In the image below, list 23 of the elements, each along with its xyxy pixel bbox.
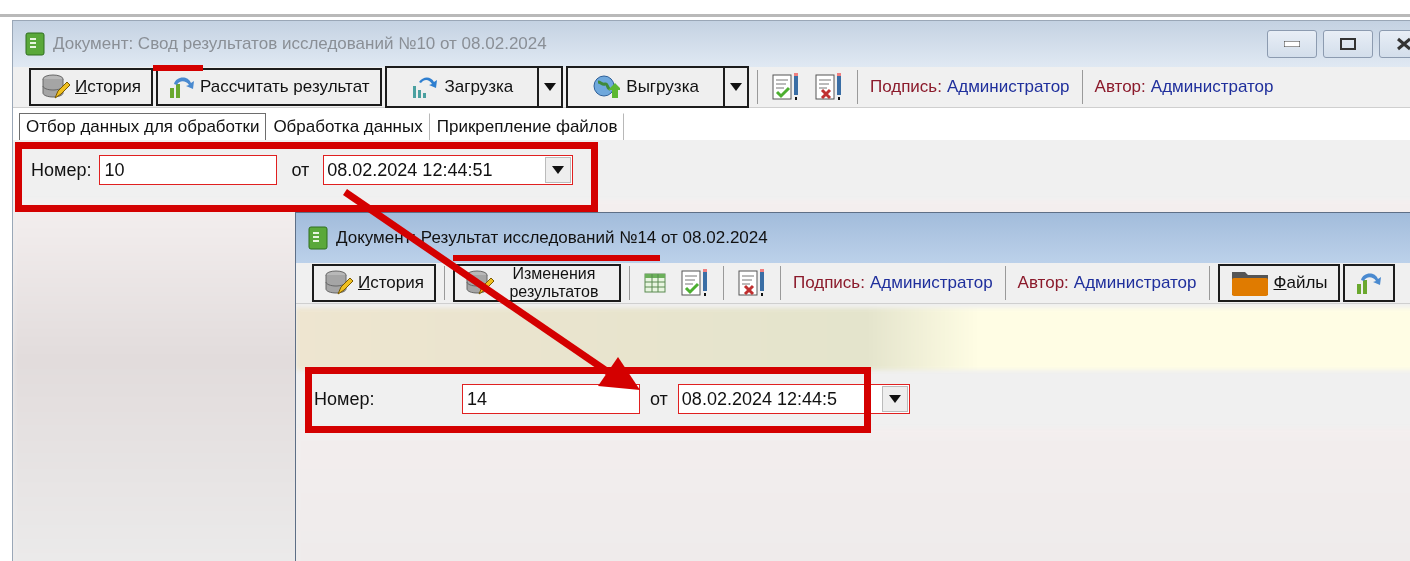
tab[interactable]: Отбор данных для обработки [19, 113, 267, 140]
toolbar-button[interactable]: История [312, 264, 436, 302]
field-label: от [650, 388, 668, 410]
number-field[interactable]: 14 [462, 384, 640, 414]
info-label: Подпись: [869, 77, 942, 97]
info-value[interactable]: Администратор [946, 77, 1070, 97]
info-value[interactable]: Администратор [1073, 273, 1197, 293]
toolbar-button[interactable]: Файлы [1217, 264, 1340, 302]
info-label: Автор: [1094, 77, 1146, 97]
field-label: Номер: [31, 159, 92, 181]
window-title: Документ: Свод результатов исследований №10 от 08.02.2024 [53, 34, 547, 54]
field-label: от [291, 159, 310, 181]
date-field[interactable]: 08.02.2024 12:44:51 [323, 155, 574, 185]
toolbar-button[interactable]: История [29, 68, 153, 106]
info-label: Автор: [1017, 273, 1069, 293]
info-value[interactable]: Администратор [1150, 77, 1274, 97]
toolbar-button[interactable]: Рассчитать результат [155, 68, 382, 106]
info-label: Подпись: [792, 273, 865, 293]
number-field[interactable]: 10 [99, 155, 278, 185]
toolbar-button[interactable]: Изменения результатов [452, 264, 621, 302]
field-label: Номер: [314, 388, 376, 410]
info-value[interactable]: Администратор [869, 273, 993, 293]
date-field[interactable]: 08.02.2024 12:44:5 [677, 384, 910, 414]
